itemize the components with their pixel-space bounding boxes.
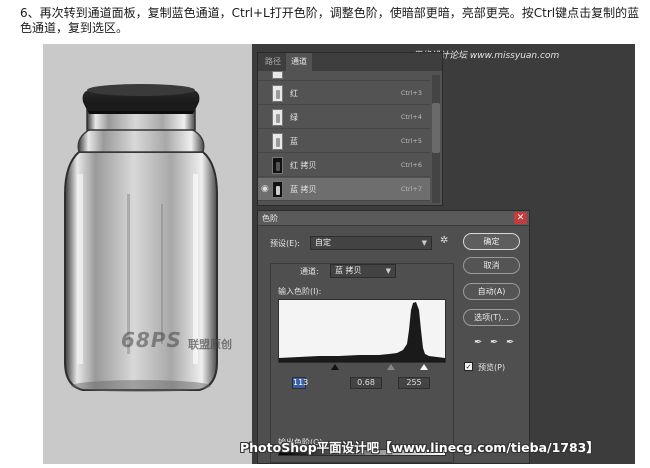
histogram-graph	[279, 302, 445, 362]
histogram	[278, 299, 446, 363]
preview-label: 预览(P)	[478, 363, 506, 372]
channel-thumbnail	[272, 157, 283, 174]
channel-row-rgb-partial[interactable]	[258, 71, 430, 81]
preset-value: 自定	[315, 238, 331, 247]
black-eyedropper-icon[interactable]: ✒	[474, 337, 482, 348]
footer-watermark: PhotoShop平面设计吧【www.linecg.com/tieba/1783…	[240, 440, 599, 455]
channel-shortcut: Ctrl+3	[400, 89, 422, 97]
input-black-value[interactable]: 113	[292, 377, 308, 389]
channel-thumbnail	[272, 181, 283, 198]
ok-button[interactable]: 确定	[463, 233, 520, 250]
gear-icon[interactable]: ✲	[440, 235, 448, 246]
channel-row-blue[interactable]: 蓝 Ctrl+5	[258, 130, 430, 153]
options-button[interactable]: 选项(T)...	[463, 309, 520, 326]
glass-bottle-image	[64, 84, 218, 392]
bottle-photo: 68PS 联盟原创	[43, 44, 252, 464]
instruction-text: 6、再次转到通道面板，复制蓝色通道，Ctrl+L打开色阶，调整色阶，使暗部更暗，…	[20, 6, 640, 35]
input-gamma-value[interactable]: 0.68	[350, 377, 382, 389]
gray-eyedropper-icon[interactable]: ✒	[490, 337, 498, 348]
channel-row-blue-copy[interactable]: ◉ 蓝 拷贝 Ctrl+7	[258, 178, 430, 201]
input-levels-label: 输入色阶(I):	[278, 287, 322, 296]
channel-thumbnail	[272, 71, 283, 79]
scrollbar-thumb[interactable]	[432, 103, 440, 153]
panel-tabs: 路径 通道	[258, 53, 442, 71]
channel-name: 红	[290, 89, 298, 98]
auto-button[interactable]: 自动(A)	[463, 283, 520, 300]
dialog-title: 色阶	[262, 214, 278, 223]
chevron-down-icon: ▼	[385, 267, 391, 275]
eye-icon[interactable]: ◉	[261, 184, 271, 194]
watermark-logo: 68PS	[121, 328, 182, 352]
channel-row-green[interactable]: 绿 Ctrl+4	[258, 106, 430, 129]
levels-dialog: 色阶 ✕ 预设(E): 自定 ▼ ✲ 通道: 蓝 拷贝 ▼ 输入色阶(I): 1…	[257, 210, 530, 464]
white-eyedropper-icon[interactable]: ✒	[506, 337, 514, 348]
channel-value: 蓝 拷贝	[335, 266, 362, 275]
channels-panel: 路径 通道 红 Ctrl+3 绿 Ctrl+4 蓝 Ctrl+5 红 拷贝 Ct…	[257, 52, 443, 206]
screenshot-frame: 68PS 联盟原创 思缘设计论坛 www.missyuan.com 路径 通道 …	[43, 44, 635, 464]
close-icon[interactable]: ✕	[514, 212, 527, 224]
white-point-slider[interactable]	[420, 364, 428, 370]
dialog-titlebar: 色阶 ✕	[258, 211, 529, 226]
channel-name: 蓝	[290, 137, 298, 146]
channel-shortcut: Ctrl+6	[400, 161, 422, 169]
channel-label: 通道:	[300, 267, 319, 276]
cancel-button[interactable]: 取消	[463, 257, 520, 274]
preset-select[interactable]: 自定 ▼	[310, 236, 432, 250]
black-point-slider[interactable]	[331, 364, 339, 370]
chevron-down-icon: ▼	[421, 239, 427, 247]
channel-shortcut: Ctrl+7	[400, 185, 422, 193]
channel-name: 红 拷贝	[290, 161, 317, 170]
channel-shortcut: Ctrl+4	[400, 113, 422, 121]
channel-row-red[interactable]: 红 Ctrl+3	[258, 82, 430, 105]
input-white-value[interactable]: 255	[398, 377, 430, 389]
channel-thumbnail	[272, 133, 283, 150]
channel-shortcut: Ctrl+5	[400, 137, 422, 145]
midtone-slider[interactable]	[387, 364, 395, 370]
tab-channels[interactable]: 通道	[286, 53, 312, 71]
channel-name: 绿	[290, 113, 298, 122]
channel-thumbnail	[272, 109, 283, 126]
channel-thumbnail	[272, 85, 283, 102]
watermark-text: 联盟原创	[188, 338, 232, 351]
preset-label: 预设(E):	[270, 239, 300, 248]
tab-paths[interactable]: 路径	[260, 53, 286, 71]
preview-checkbox[interactable]: ✓	[464, 362, 473, 371]
channel-select[interactable]: 蓝 拷贝 ▼	[330, 264, 396, 278]
channel-row-red-copy[interactable]: 红 拷贝 Ctrl+6	[258, 154, 430, 177]
channel-name: 蓝 拷贝	[290, 185, 317, 194]
